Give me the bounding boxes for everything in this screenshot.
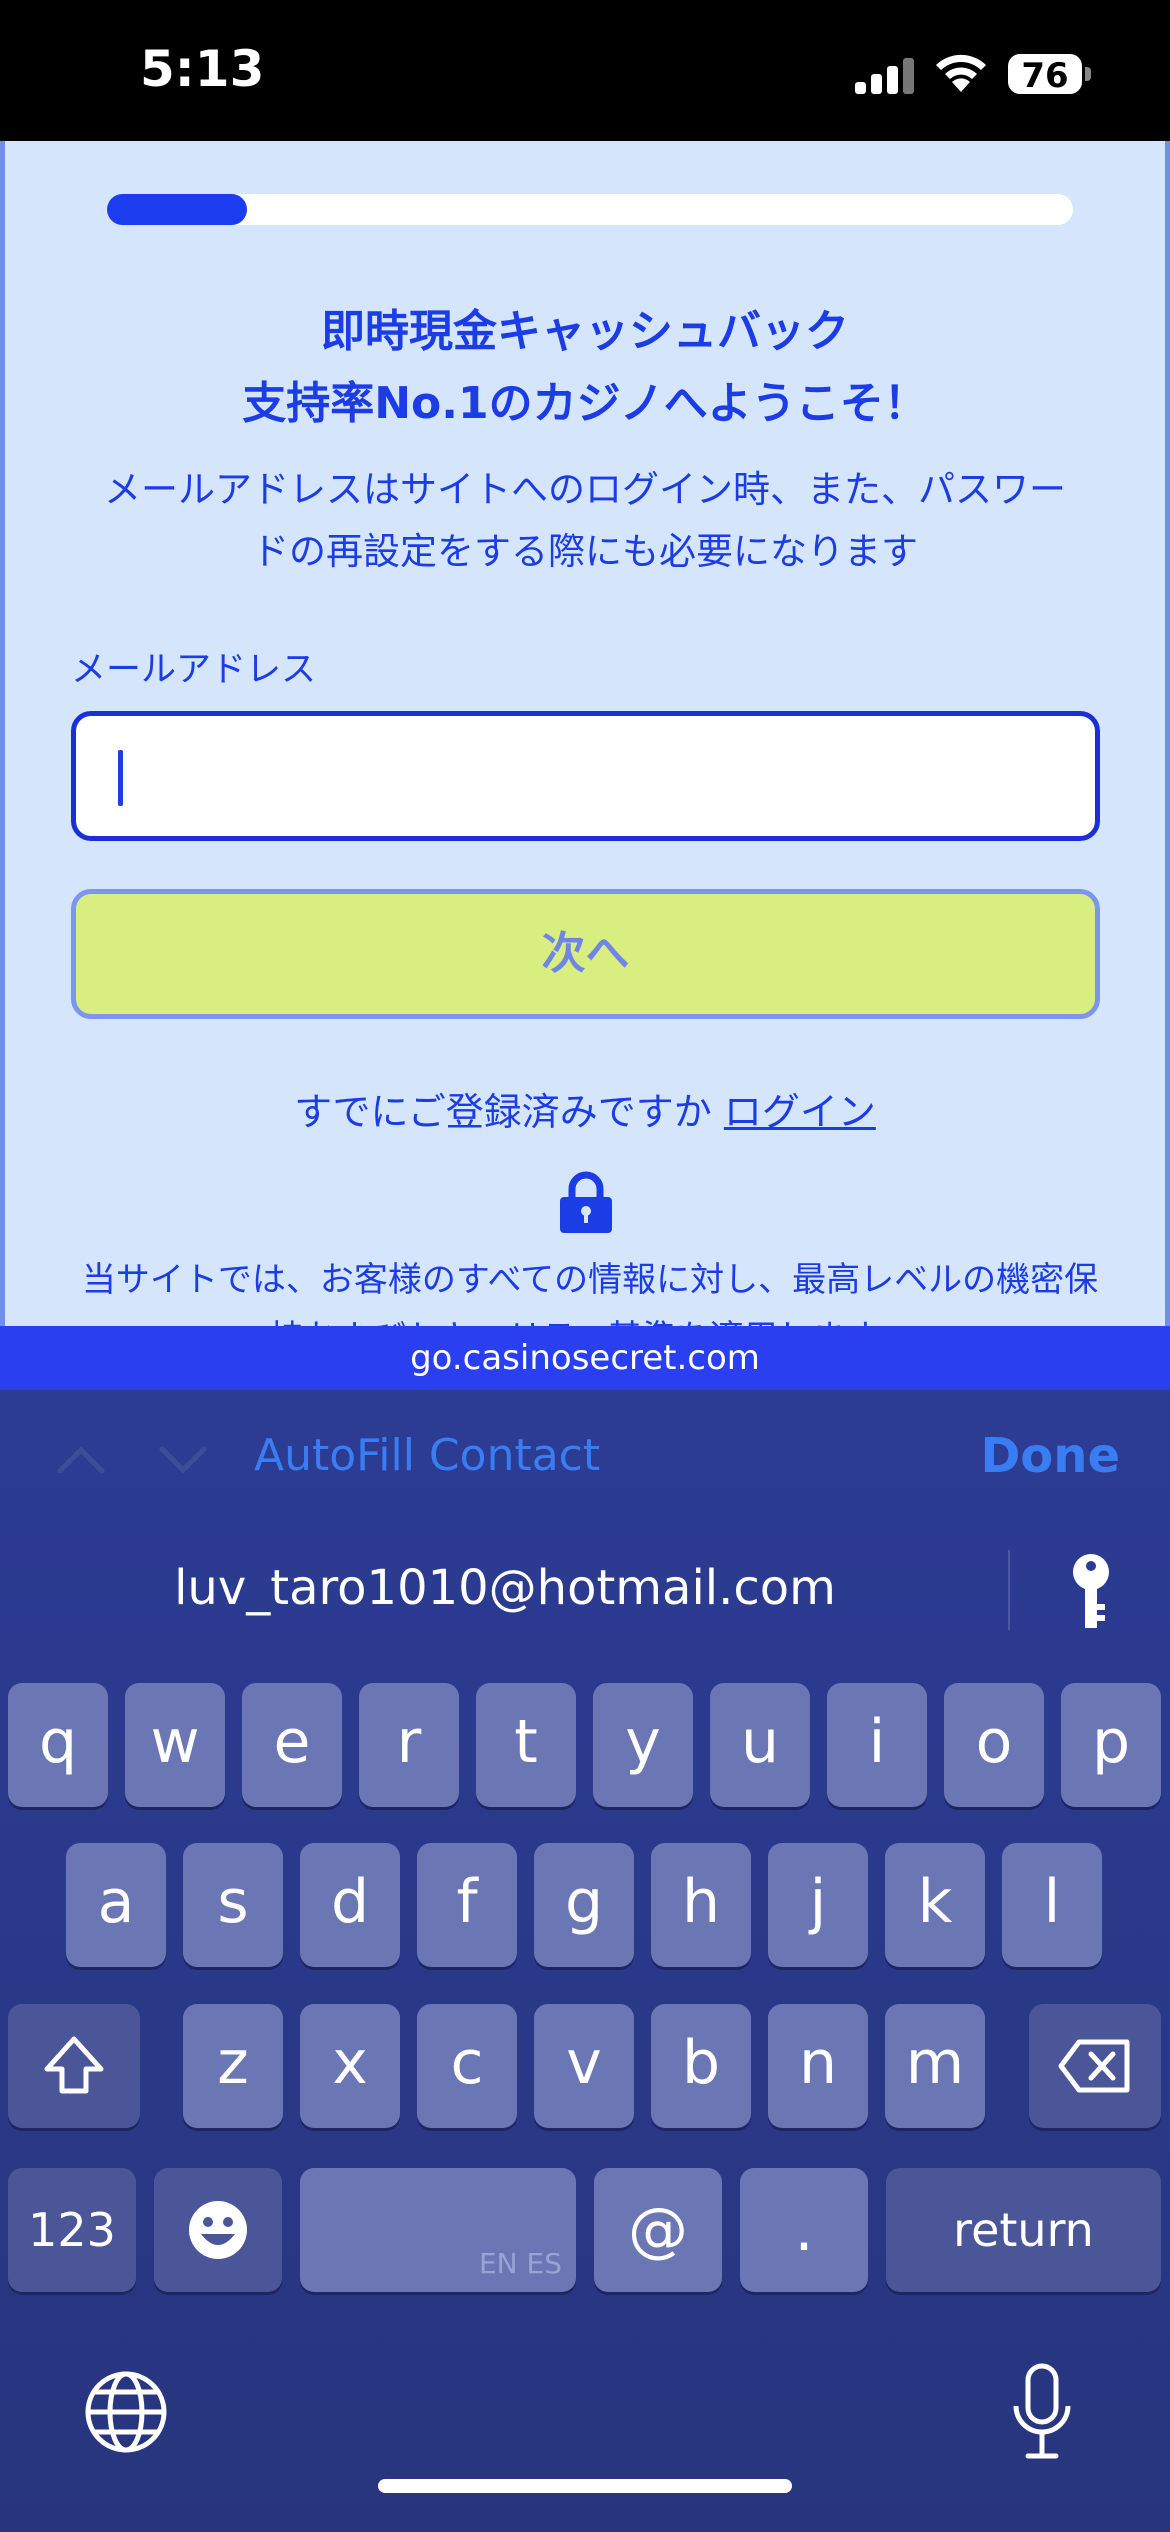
next-button[interactable]: 次へ [71,889,1100,1019]
microphone-icon[interactable] [1010,2362,1074,2462]
email-suggestion[interactable]: luv_taro1010@hotmail.com [0,1560,1010,1616]
wifi-icon [936,54,986,92]
period-key[interactable]: . [740,2168,868,2292]
key-t[interactable]: t [476,1683,576,1807]
headline-line-1: 即時現金キャッシュバック [321,306,849,357]
status-time: 5:13 [140,40,265,98]
signup-page: 即時現金キャッシュバック 支持率No.1のカジノへようこそ！ メールアドレスはサ… [0,141,1170,1326]
email-input[interactable] [71,711,1100,841]
key-j[interactable]: j [768,1843,868,1967]
security-line-2: 持およびセキュリティ基準を適用します。 [75,1309,1105,1326]
key-e[interactable]: e [242,1683,342,1807]
url-bar[interactable]: go.casinosecret.com [0,1326,1170,1390]
suggestion-bar: luv_taro1010@hotmail.com [0,1530,1170,1650]
key-s[interactable]: s [183,1843,283,1967]
done-button[interactable]: Done [980,1428,1120,1484]
login-row: すでにご登録済みですか ログイン [5,1081,1165,1136]
key-v[interactable]: v [534,2004,634,2128]
shift-key[interactable] [8,2004,140,2128]
email-label: メールアドレス [71,650,317,690]
chevron-up-icon[interactable] [56,1445,106,1475]
backspace-icon [1058,2039,1130,2093]
space-language-hint: EN ES [478,2247,562,2280]
lock-icon [560,1171,612,1233]
text-cursor [118,750,123,806]
key-m[interactable]: m [885,2004,985,2128]
headline-line-2: 支持率No.1のカジノへようこそ！ [242,378,928,429]
key-y[interactable]: y [593,1683,693,1807]
at-key[interactable]: @ [594,2168,722,2292]
emoji-key[interactable] [154,2168,282,2292]
status-bar: 5:13 76 [0,0,1170,141]
description-line-2: ドの再設定をする際にも必要になります [252,530,918,573]
key-k[interactable]: k [885,1843,985,1967]
key-l[interactable]: l [1002,1843,1102,1967]
description: メールアドレスはサイトへのログイン時、また、パスワー ドの再設定をする際にも必要… [65,459,1105,583]
globe-icon[interactable] [84,2370,168,2454]
description-line-1: メールアドレスはサイトへのログイン時、また、パスワー [104,468,1066,511]
keyboard-accessory-bar: AutoFill Contact Done [0,1390,1170,1530]
key-h[interactable]: h [651,1843,751,1967]
suggestion-divider [1008,1550,1010,1630]
progress-fill [107,194,248,225]
key-w[interactable]: w [125,1683,225,1807]
key-i[interactable]: i [827,1683,927,1807]
login-link[interactable]: ログイン [724,1090,876,1134]
key-p[interactable]: p [1061,1683,1161,1807]
key-d[interactable]: d [300,1843,400,1967]
key-z[interactable]: z [183,2004,283,2128]
space-key[interactable]: EN ES [300,2168,576,2292]
key-o[interactable]: o [944,1683,1044,1807]
key-c[interactable]: c [417,2004,517,2128]
key-n[interactable]: n [768,2004,868,2128]
cellular-signal-icon [855,58,915,94]
key-g[interactable]: g [534,1843,634,1967]
key-q[interactable]: q [8,1683,108,1807]
key-f[interactable]: f [417,1843,517,1967]
battery-icon: 76 [1008,54,1092,98]
url-text: go.casinosecret.com [410,1338,760,1378]
key-a[interactable]: a [66,1843,166,1967]
battery-level: 76 [1021,56,1069,96]
key-r[interactable]: r [359,1683,459,1807]
key-b[interactable]: b [651,2004,751,2128]
emoji-icon [189,2201,247,2259]
login-prompt: すでにご登録済みですか [294,1090,712,1134]
home-indicator [378,2479,792,2493]
shift-icon [44,2036,104,2094]
autofill-contact-button[interactable]: AutoFill Contact [254,1430,600,1481]
security-line-1: 当サイトでは、お客様のすべての情報に対し、最高レベルの機密保 [81,1260,1099,1300]
key-u[interactable]: u [710,1683,810,1807]
return-key[interactable]: return [886,2168,1161,2292]
numbers-key[interactable]: 123 [8,2168,136,2292]
progress-bar [107,194,1073,225]
security-note: 当サイトでは、お客様のすべての情報に対し、最高レベルの機密保 持およびセキュリテ… [75,1251,1105,1326]
key-x[interactable]: x [300,2004,400,2128]
delete-key[interactable] [1029,2004,1161,2128]
page-headline: 即時現金キャッシュバック 支持率No.1のカジノへようこそ！ [5,296,1165,440]
chevron-down-icon[interactable] [158,1445,208,1475]
password-key-icon[interactable] [1066,1552,1116,1632]
